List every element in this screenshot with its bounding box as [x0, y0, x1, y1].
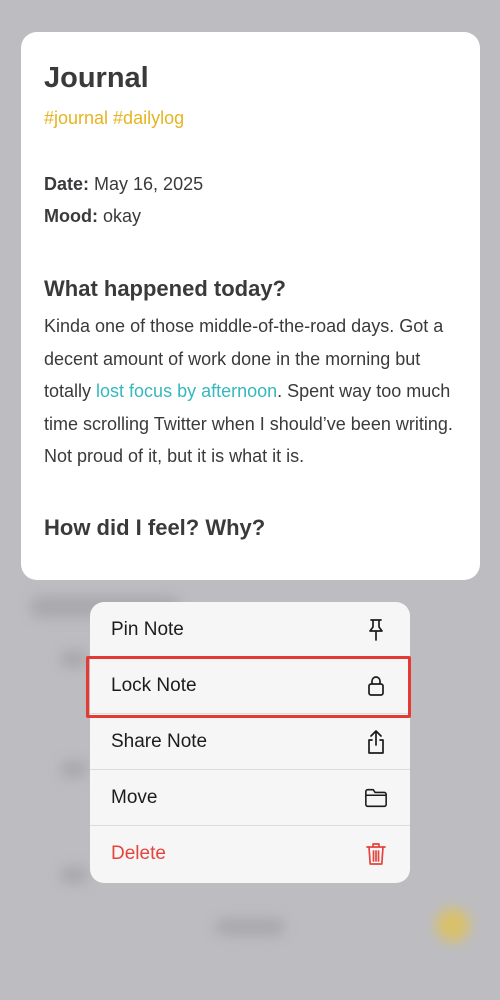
menu-item-label: Delete [111, 843, 166, 864]
menu-item-share-note[interactable]: Share Note [90, 714, 410, 770]
note-paragraph: Kinda one of those middle-of-the-road da… [44, 310, 457, 473]
menu-item-label: Share Note [111, 730, 208, 752]
section-heading-how-did-i-feel: How did I feel? Why? [44, 514, 266, 540]
menu-item-label: Lock Note [111, 674, 197, 696]
mood-value: okay [103, 206, 142, 226]
note-title: Journal [44, 62, 149, 94]
menu-item-move[interactable]: Move [90, 770, 410, 826]
paragraph-link[interactable]: lost focus by afternoon [96, 381, 277, 401]
mood-label: Mood: [44, 206, 98, 226]
note-tags: #journal #dailylog [44, 108, 185, 128]
lock-icon [364, 674, 388, 698]
menu-item-lock-note[interactable]: Lock Note [90, 658, 410, 714]
section-heading-what-happened: What happened today? [44, 276, 286, 301]
background-blur-shape [60, 760, 88, 778]
trash-icon [364, 842, 388, 866]
pin-icon [364, 618, 388, 642]
date-line: Date: May 16, 2025 [44, 168, 457, 200]
menu-item-pin-note[interactable]: Pin Note [90, 602, 410, 658]
share-icon [364, 729, 388, 754]
date-label: Date: [44, 174, 90, 194]
folder-icon [364, 786, 388, 810]
menu-item-label: Move [111, 786, 158, 808]
menu-item-delete[interactable]: Delete [90, 826, 410, 882]
date-value: May 16, 2025 [94, 174, 204, 194]
background-blur-dot [436, 908, 470, 942]
background-blur-shape [60, 866, 88, 884]
note-preview-card: Journal #journal #dailylog Date: May 16,… [21, 32, 480, 580]
menu-item-label: Pin Note [111, 618, 184, 640]
mood-line: Mood: okay [44, 200, 457, 232]
background-blur-shape [215, 918, 285, 936]
note-context-menu: Pin Note Lock Note Share Note Move Delet… [90, 602, 410, 883]
background-blur-shape [60, 650, 88, 668]
note-meta: Date: May 16, 2025 Mood: okay [44, 168, 457, 232]
